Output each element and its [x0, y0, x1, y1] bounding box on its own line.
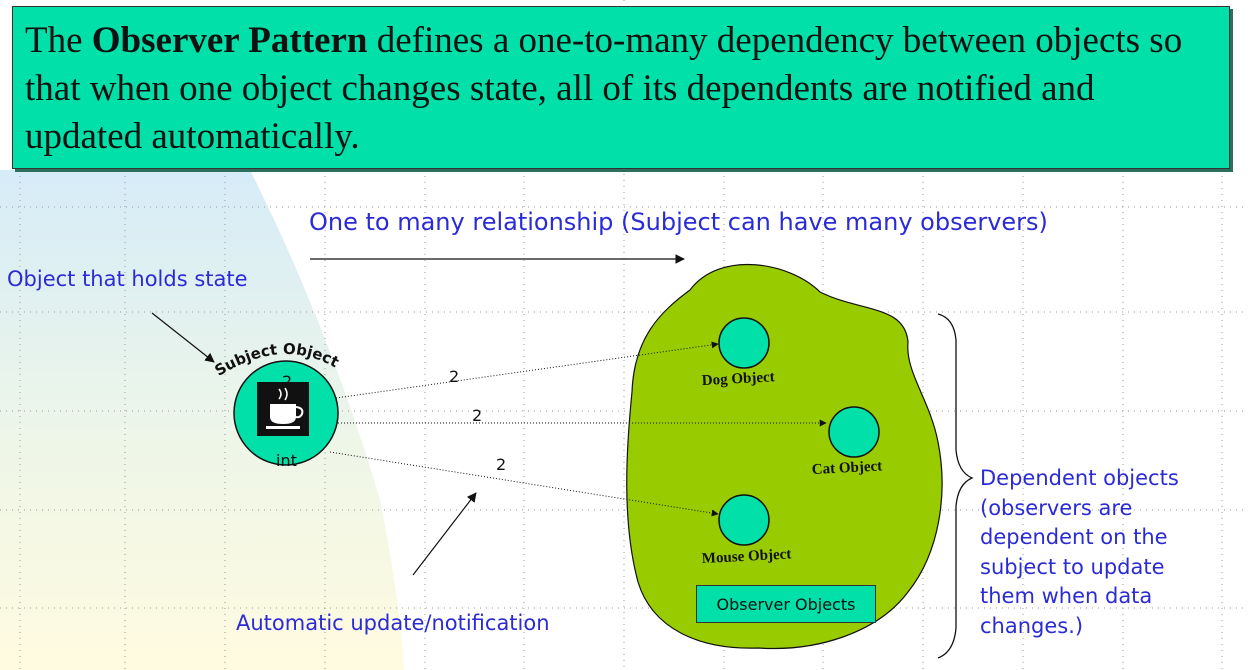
dependent-note-line: (observers are	[980, 495, 1133, 520]
arrow-value-mouse: 2	[496, 455, 507, 474]
mouse-node	[718, 494, 770, 546]
dependent-note-line: changes.)	[980, 613, 1084, 638]
dependent-note-line: subject to update	[980, 554, 1165, 579]
auto-update-label: Automatic update/notification	[236, 611, 550, 635]
dependent-note: Dependent objects (observers are depende…	[980, 464, 1179, 641]
cat-node	[828, 406, 880, 458]
arrow-value-dog: 2	[449, 367, 460, 386]
dog-node	[718, 317, 770, 369]
dependent-note-line: them when data	[980, 584, 1153, 608]
dependent-note-line: dependent on the	[980, 525, 1168, 549]
subject-value-type: int	[276, 451, 297, 470]
holds-state-arrow	[151, 312, 215, 363]
holds-state-label: Object that holds state	[7, 267, 248, 291]
relationship-label: One to many relationship (Subject can ha…	[309, 208, 1048, 236]
arrow-value-cat: 2	[472, 406, 483, 425]
notification-arrow	[412, 492, 477, 576]
dependent-brace	[937, 313, 974, 659]
subject-node: Subject Object	[211, 340, 342, 466]
subject-value-top: 2	[282, 372, 293, 391]
observer-objects-box: Observer Objects	[696, 585, 876, 623]
observer-objects-label: Observer Objects	[716, 594, 856, 614]
dependent-note-line: Dependent objects	[980, 466, 1179, 490]
